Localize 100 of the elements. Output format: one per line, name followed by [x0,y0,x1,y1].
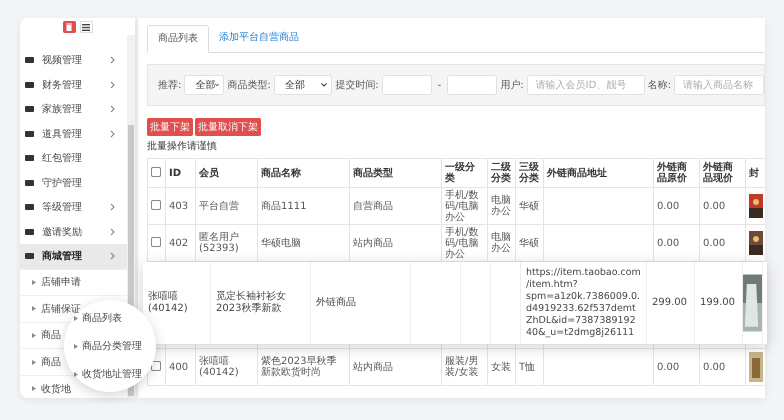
sidebar-item[interactable]: 家族管理 [20,97,127,122]
filter-label: 名称: [648,79,671,92]
column-header: 三级分类 [519,162,539,184]
table-cell: 0.00 [703,238,726,248]
column-header: ID [169,168,182,178]
bullet-icon [32,360,36,365]
row-checkbox[interactable] [151,360,161,370]
submenu-item[interactable]: 商品分类管理 [74,339,156,353]
bullet-icon [74,372,78,376]
table-cell: 403 [169,200,188,212]
table-cell: 自营商品 [353,200,393,212]
list-icon[interactable] [80,21,92,33]
table-cell: 手机/数码/电脑办公 [445,190,478,222]
column-header: 封 [749,168,759,178]
submenu-item[interactable]: 商品 [32,355,61,370]
table-cell: 外链商品 [316,297,356,309]
menu-icon [24,178,35,188]
sidebar-item[interactable]: 守护管理 [20,170,127,195]
menu-icon [24,153,35,164]
table-cell: 299.00 [652,297,687,309]
table-cell: 华硕 [519,238,539,248]
sidebar-item[interactable]: 红包管理 [20,146,127,170]
table-cell: 张嘻嘻(40142) [199,356,239,378]
select-all-checkbox[interactable] [151,166,161,176]
row-checkbox[interactable] [151,236,161,246]
table-cell: 199.00 [700,297,735,309]
batch-button[interactable]: 批量取消下架 [195,118,261,136]
filter-label: 用户: [500,78,524,92]
range-separator: - [438,80,442,90]
menu-icon [24,80,35,90]
warning-text: 批量操作请谨慎 [147,140,218,153]
table-cell: 紫色2023早秋季新款欧货时尚 [261,356,336,378]
sidebar-item[interactable]: 商城管理 [20,244,127,268]
menu-icon [24,128,35,139]
table-cell: 402 [169,238,188,248]
filter-label: 推荐: [158,78,182,92]
submenu-item[interactable]: 店铺申请 [32,275,81,290]
table-cell: 商品1111 [261,200,306,212]
menu-icon [24,55,35,66]
table-cell: 女装 [491,362,511,372]
filter-label: 商品类型: [227,78,271,92]
table-cell: 电脑办公 [491,195,511,217]
table-cell: 手机/数码/电脑办公 [445,226,478,260]
sidebar-item[interactable]: 邀请奖励 [20,220,127,244]
table-cell: 0.00 [657,238,680,248]
name-field[interactable]: 请输入商品名称 [674,75,764,95]
date-field[interactable] [382,75,432,95]
table-cell: T恤 [519,362,536,372]
tab[interactable]: 添加平台自营商品 [209,25,309,52]
table-cell: 0.00 [657,200,680,212]
bullet-icon [32,332,36,338]
table-cell: 0.00 [703,200,726,212]
tab[interactable]: 商品列表 [147,25,209,53]
table-cell-text: 觅定长袖衬衫女2023秋季新款 [216,291,287,315]
table-cell: 华硕电脑 [261,238,301,248]
sidebar-item[interactable]: 财务管理 [20,72,127,97]
table-cell: 服装/男装/女装 [445,356,478,378]
table-cell: 华硕 [519,200,539,212]
submenu-item[interactable]: 商品 [32,328,61,342]
table-cell: 平台自营 [199,200,239,212]
table-cell: 电脑办公 [491,232,511,254]
user-field[interactable]: 请输入会员ID、靓号 [526,75,645,95]
table-cell: 0.00 [657,362,680,372]
table-cell: 匿名用户(52393) [199,232,239,254]
column-header: 外链商品地址 [547,168,607,178]
column-header: 会员 [199,168,219,178]
bullet-icon [74,316,78,320]
row-checkbox[interactable] [151,200,161,210]
column-header: 商品名称 [261,168,301,178]
type-select[interactable]: 全部 [274,75,332,95]
table-cell: 站内商品 [353,238,393,248]
bullet-icon [32,306,36,312]
caret-icon [321,83,328,87]
bullet-icon [32,386,36,392]
filter-label: 提交时间: [335,78,379,92]
caret-icon [215,83,220,87]
column-header: 二级分类 [491,162,511,184]
delete-icon[interactable] [62,21,76,33]
table-cell: 0.00 [703,362,726,372]
column-header: 外链商品原价 [657,162,687,184]
column-header: 一级分类 [445,162,475,184]
sidebar-item[interactable]: 等级管理 [20,195,127,220]
recommend-select[interactable]: 全部 [184,75,224,95]
table-cell: 400 [169,362,188,372]
menu-icon [24,104,35,114]
column-header: 外链商品现价 [703,162,733,184]
submenu-item[interactable]: 收货地 [32,382,71,396]
submenu-item[interactable]: 收货地址管理 [74,367,156,381]
table-cell: https://item.taobao.com/item.htm?spm=a1z0k.7386009.0.d4919233.62f537demtZhDL&id=738738919240&_u=t2dmg8j26111 [526,267,641,339]
column-header: 商品类型 [353,168,393,178]
sidebar-item[interactable]: 道具管理 [20,122,127,146]
batch-button[interactable]: 批量下架 [147,118,193,136]
date-field[interactable] [447,75,498,95]
menu-icon [24,226,35,237]
menu-icon [24,202,35,212]
menu-icon [24,251,35,262]
sidebar-item[interactable]: 视频管理 [20,48,127,72]
bullet-icon [32,280,36,285]
bullet-icon [74,344,78,348]
table-cell: 站内商品 [353,362,393,372]
